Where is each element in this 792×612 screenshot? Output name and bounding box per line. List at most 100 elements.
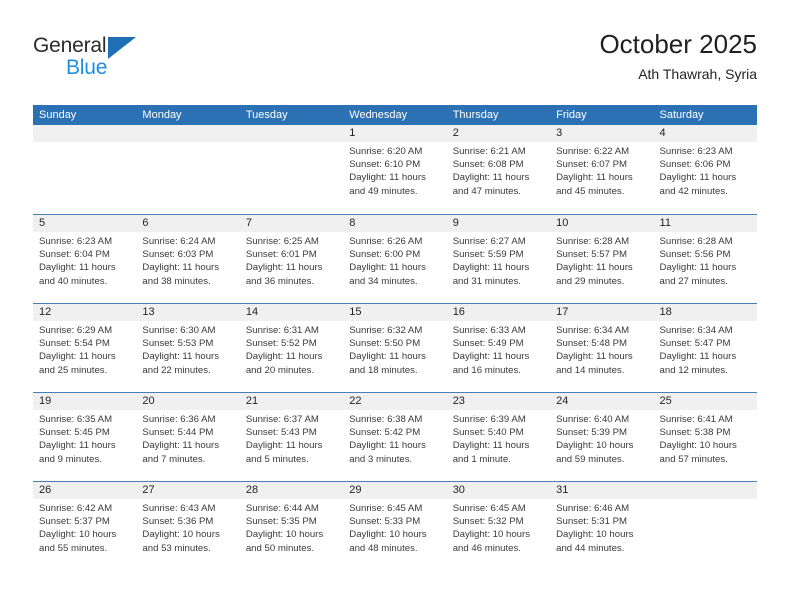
day-cell[interactable]: 11 Sunrise: 6:28 AM Sunset: 5:56 PM Dayligh… (653, 215, 757, 303)
daylight-text: Daylight: 11 hours and 49 minutes. (349, 172, 426, 197)
weekday-header-thursday: Thursday (452, 109, 499, 121)
daylight-text: Daylight: 11 hours and 18 minutes. (349, 351, 426, 376)
sunrise-text: Sunrise: 6:43 AM (142, 503, 216, 514)
sunset-text: Sunset: 5:56 PM (659, 249, 731, 261)
day-cell[interactable]: 10 Sunrise: 6:28 AM Sunset: 5:57 PM Dayligh… (550, 215, 654, 303)
sunrise-text: Sunrise: 6:39 AM (452, 414, 526, 425)
daylight-text: Daylight: 11 hours and 5 minutes. (245, 440, 323, 465)
day-number: 3 (550, 125, 654, 142)
day-cell[interactable]: 2 Sunrise: 6:21 AM Sunset: 6:08 PM Daylight… (446, 125, 551, 214)
sunrise-text: Sunrise: 6:45 AM (452, 503, 526, 514)
day-cell[interactable]: 14 Sunrise: 6:31 AM Sunset: 5:52 PM Dayligh… (239, 304, 344, 392)
day-sun-info: Sunrise: 6:30 AM Sunset: 5:53 PM Daylight:… (136, 321, 239, 377)
calendar-week-row: 19 Sunrise: 6:35 AM Sunset: 5:45 PM Dayligh… (33, 392, 757, 481)
day-number: 14 (239, 304, 344, 321)
day-cell[interactable]: 12 Sunrise: 6:29 AM Sunset: 5:54 PM Dayligh… (33, 304, 137, 392)
sunrise-text: Sunrise: 6:36 AM (142, 414, 216, 425)
day-sun-info: Sunrise: 6:20 AM Sunset: 6:10 PM Daylight:… (343, 142, 446, 198)
day-cell[interactable]: 16 Sunrise: 6:33 AM Sunset: 5:49 PM Dayligh… (446, 304, 551, 392)
sunrise-text: Sunrise: 6:23 AM (659, 146, 733, 157)
day-number: 12 (33, 304, 137, 321)
day-cell[interactable]: 17 Sunrise: 6:34 AM Sunset: 5:48 PM Dayligh… (550, 304, 654, 392)
day-cell[interactable]: 3 Sunrise: 6:22 AM Sunset: 6:07 PM Daylight… (550, 125, 654, 214)
daylight-text: Daylight: 10 hours and 57 minutes. (659, 440, 737, 465)
day-cell[interactable]: 27 Sunrise: 6:43 AM Sunset: 5:36 PM Dayligh… (136, 482, 240, 570)
day-cell[interactable]: 23 Sunrise: 6:39 AM Sunset: 5:40 PM Dayligh… (446, 393, 551, 481)
day-sun-info: Sunrise: 6:28 AM Sunset: 5:56 PM Daylight:… (654, 232, 757, 288)
daylight-text: Daylight: 11 hours and 20 minutes. (245, 351, 323, 376)
day-cell[interactable]: 20 Sunrise: 6:36 AM Sunset: 5:44 PM Dayligh… (136, 393, 240, 481)
day-number: 27 (136, 482, 240, 499)
day-cell[interactable]: 9 Sunrise: 6:27 AM Sunset: 5:59 PM Daylight… (446, 215, 551, 303)
day-sun-info: Sunrise: 6:40 AM Sunset: 5:39 PM Daylight:… (550, 410, 653, 466)
day-sun-info: Sunrise: 6:34 AM Sunset: 5:48 PM Daylight:… (550, 321, 653, 377)
page-header: General Blue October 2025 Ath Thawrah, S… (33, 28, 757, 96)
day-number (33, 125, 137, 142)
sunrise-text: Sunrise: 6:24 AM (142, 236, 216, 247)
day-cell[interactable]: 4 Sunrise: 6:23 AM Sunset: 6:06 PM Daylight… (653, 125, 757, 214)
day-cell[interactable]: 15 Sunrise: 6:32 AM Sunset: 5:50 PM Dayligh… (343, 304, 447, 392)
day-sun-info: Sunrise: 6:33 AM Sunset: 5:49 PM Daylight:… (447, 321, 550, 377)
daylight-text: Daylight: 11 hours and 36 minutes. (245, 262, 323, 287)
sunrise-text: Sunrise: 6:35 AM (39, 414, 113, 425)
day-sun-info: Sunrise: 6:28 AM Sunset: 5:57 PM Daylight:… (550, 232, 653, 288)
day-cell[interactable]: 26 Sunrise: 6:42 AM Sunset: 5:37 PM Dayligh… (33, 482, 137, 570)
sunrise-text: Sunrise: 6:29 AM (39, 325, 113, 336)
day-cell[interactable]: 21 Sunrise: 6:37 AM Sunset: 5:43 PM Dayligh… (239, 393, 344, 481)
sunrise-text: Sunrise: 6:28 AM (556, 236, 630, 247)
sunset-text: Sunset: 5:54 PM (39, 338, 110, 350)
daylight-text: Daylight: 11 hours and 14 minutes. (556, 351, 633, 376)
day-cell[interactable]: 31 Sunrise: 6:46 AM Sunset: 5:31 PM Dayligh… (550, 482, 654, 570)
sunrise-text: Sunrise: 6:31 AM (245, 325, 319, 336)
day-number (136, 125, 240, 142)
day-cell[interactable]: 8 Sunrise: 6:26 AM Sunset: 6:00 PM Daylight… (343, 215, 447, 303)
day-number: 21 (239, 393, 344, 410)
day-cell[interactable]: 7 Sunrise: 6:25 AM Sunset: 6:01 PM Daylight… (239, 215, 344, 303)
sunset-text: Sunset: 6:07 PM (556, 159, 628, 171)
day-sun-info: Sunrise: 6:25 AM Sunset: 6:01 PM Daylight:… (240, 232, 343, 288)
day-cell[interactable]: 28 Sunrise: 6:44 AM Sunset: 5:35 PM Dayligh… (239, 482, 344, 570)
logo-text-blue: Blue (66, 56, 108, 79)
daylight-text: Daylight: 10 hours and 46 minutes. (452, 529, 531, 554)
day-cell[interactable]: 19 Sunrise: 6:35 AM Sunset: 5:45 PM Dayligh… (33, 393, 137, 481)
weekday-header-row: Sunday Monday Tuesday Wednesday Thursday Frid… (33, 105, 757, 125)
daylight-text: Daylight: 10 hours and 50 minutes. (245, 529, 324, 554)
day-sun-info: Sunrise: 6:29 AM Sunset: 5:54 PM Daylight:… (33, 321, 136, 377)
day-cell[interactable]: 1 Sunrise: 6:20 AM Sunset: 6:10 PM Daylight… (343, 125, 447, 214)
sunrise-text: Sunrise: 6:44 AM (245, 503, 319, 514)
day-cell[interactable]: 29 Sunrise: 6:45 AM Sunset: 5:33 PM Dayligh… (343, 482, 447, 570)
day-number: 20 (136, 393, 240, 410)
sunrise-text: Sunrise: 6:28 AM (659, 236, 733, 247)
day-number: 7 (239, 215, 344, 232)
day-number: 18 (653, 304, 757, 321)
day-sun-info: Sunrise: 6:46 AM Sunset: 5:31 PM Daylight:… (550, 499, 653, 555)
page-title: October 2025 (599, 29, 757, 59)
day-cell[interactable]: 18 Sunrise: 6:34 AM Sunset: 5:47 PM Dayligh… (653, 304, 757, 392)
weekday-header-tuesday: Tuesday (245, 109, 288, 121)
day-cell[interactable]: 6 Sunrise: 6:24 AM Sunset: 6:03 PM Daylight… (136, 215, 240, 303)
day-sun-info: Sunrise: 6:44 AM Sunset: 5:35 PM Daylight:… (240, 499, 343, 555)
day-cell[interactable]: 22 Sunrise: 6:38 AM Sunset: 5:42 PM Dayligh… (343, 393, 447, 481)
sunset-text: Sunset: 5:44 PM (142, 427, 214, 439)
day-cell[interactable]: 25 Sunrise: 6:41 AM Sunset: 5:38 PM Dayligh… (653, 393, 757, 481)
day-cell[interactable]: 13 Sunrise: 6:30 AM Sunset: 5:53 PM Dayligh… (136, 304, 240, 392)
day-number: 6 (136, 215, 240, 232)
day-sun-info: Sunrise: 6:31 AM Sunset: 5:52 PM Daylight:… (240, 321, 343, 377)
weekday-header-sunday: Sunday (39, 109, 77, 121)
day-cell[interactable]: 5 Sunrise: 6:23 AM Sunset: 6:04 PM Daylight… (33, 215, 137, 303)
day-number: 19 (33, 393, 137, 410)
sunrise-text: Sunrise: 6:32 AM (349, 325, 423, 336)
day-number: 11 (653, 215, 757, 232)
day-number: 1 (343, 125, 447, 142)
sunrise-text: Sunrise: 6:46 AM (556, 503, 630, 514)
day-number: 9 (446, 215, 551, 232)
general-blue-logo[interactable]: General Blue (33, 34, 163, 84)
logo-text-general: General (33, 34, 107, 57)
sunset-text: Sunset: 5:39 PM (556, 427, 628, 439)
sunset-text: Sunset: 5:50 PM (349, 338, 421, 350)
sunset-text: Sunset: 5:33 PM (349, 516, 421, 528)
daylight-text: Daylight: 10 hours and 55 minutes. (39, 529, 117, 554)
day-cell[interactable]: 30 Sunrise: 6:45 AM Sunset: 5:32 PM Dayligh… (446, 482, 551, 570)
day-cell[interactable]: 24 Sunrise: 6:40 AM Sunset: 5:39 PM Dayligh… (550, 393, 654, 481)
day-number: 10 (550, 215, 654, 232)
